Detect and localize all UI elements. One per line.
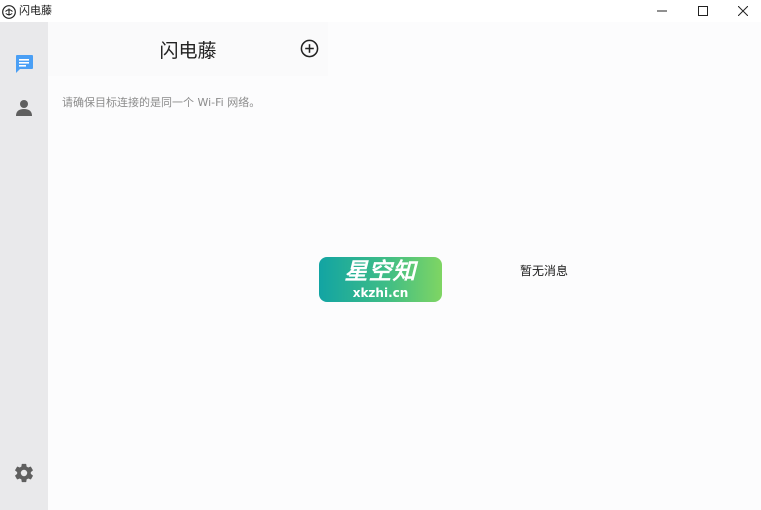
window-title: 闪电藤 [19,4,52,17]
sidebar-item-settings[interactable] [6,455,42,491]
close-icon [738,6,748,16]
sidebar [0,22,48,510]
sidebar-item-chat[interactable] [6,46,42,82]
title-bar: 闪电藤 [0,0,761,22]
watermark-subtitle: xkzhi.cn [352,286,409,300]
close-button[interactable] [723,0,761,22]
minimize-icon [657,10,667,12]
watermark-logo: 星空知 xkzhi.cn [319,257,442,302]
watermark-title: 星空知 [344,259,417,285]
maximize-button[interactable] [683,0,723,22]
minimize-button[interactable] [642,0,682,22]
sidebar-item-contacts[interactable] [6,90,42,126]
chat-bubble-icon [16,55,33,73]
maximize-icon [698,6,708,16]
app-logo-icon [2,4,16,19]
add-device-button[interactable] [299,38,319,58]
person-icon [16,100,32,116]
empty-message-text: 暂无消息 [520,264,569,278]
gear-icon [15,463,33,483]
page-title: 闪电藤 [159,40,217,62]
plus-circle-icon [300,39,318,57]
network-hint: 请确保目标连接的是同一个 Wi-Fi 网络。 [62,96,261,109]
conversation-header: 闪电藤 [48,22,328,76]
